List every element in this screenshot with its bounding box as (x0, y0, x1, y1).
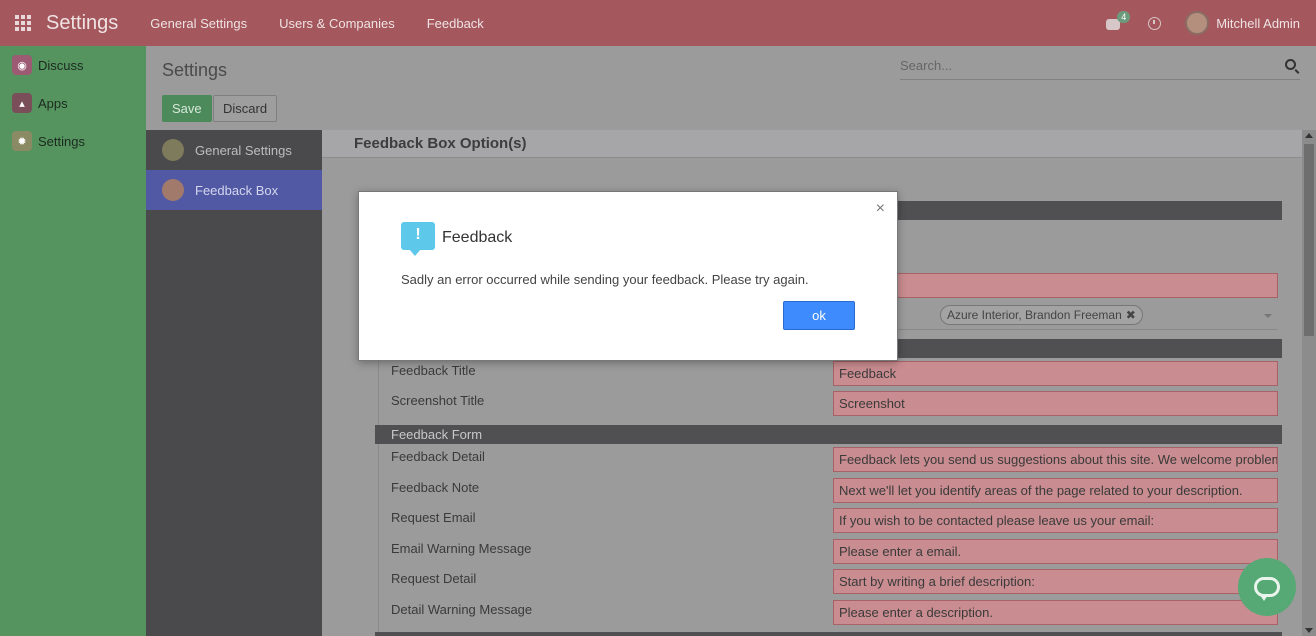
settings-nav-general[interactable]: General Settings (146, 130, 322, 170)
request-detail-field[interactable]: Start by writing a brief description: (833, 569, 1278, 594)
settings-nav-label: Feedback Box (195, 182, 279, 198)
chat-icon (1254, 577, 1280, 601)
avatar[interactable] (1185, 11, 1210, 35)
tag-chip: Azure Interior, Brandon Freeman ✖ (940, 305, 1143, 325)
tags-field[interactable]: erior✖ Azure Interior, Brandon Freeman✖ (829, 302, 1278, 330)
feedback-form-band: Feedback Form (375, 425, 1282, 444)
dialog-message: Sadly an error occurred while sending yo… (401, 272, 809, 287)
messages-badge: 4 (1117, 11, 1131, 23)
sidebar-item-settings[interactable]: ✹ Settings (0, 122, 146, 160)
chat-launcher-button[interactable] (1238, 558, 1296, 616)
app-menu-button[interactable] (0, 0, 46, 46)
discuss-icon: ◉ (12, 55, 32, 75)
grid-icon (15, 15, 31, 31)
dialog-title: Feedback (442, 229, 513, 246)
menu-general-settings[interactable]: General Settings (150, 16, 247, 31)
settings-nav: General Settings Feedback Box (146, 130, 322, 636)
screenshot-title-field[interactable]: Screenshot (833, 391, 1278, 416)
field-label: Feedback Title (391, 363, 476, 378)
scroll-down-icon[interactable] (1305, 628, 1313, 633)
scroll-up-icon[interactable] (1305, 133, 1313, 138)
feedback-box-icon (162, 179, 184, 201)
menu-feedback[interactable]: Feedback (427, 16, 484, 31)
chevron-down-icon[interactable] (1264, 314, 1272, 318)
field-label: Request Detail (391, 571, 477, 586)
ok-button[interactable]: ok (783, 301, 855, 330)
feedback-icon: ! (401, 222, 435, 256)
sidebar-item-label: Apps (38, 95, 68, 111)
sidebar-item-label: Settings (38, 133, 85, 149)
feedback-title-field[interactable]: Feedback (833, 361, 1278, 386)
sidebar-item-discuss[interactable]: ◉ Discuss (0, 46, 146, 84)
settings-icon: ✹ (12, 131, 32, 151)
search-icon[interactable] (1285, 59, 1296, 70)
sidebar-item-apps[interactable]: ▴ Apps (0, 84, 146, 122)
scrollbar[interactable] (1302, 130, 1316, 636)
request-email-field[interactable]: If you wish to be contacted please leave… (833, 508, 1278, 533)
search-input[interactable] (900, 54, 1280, 77)
settings-nav-label: General Settings (195, 142, 292, 158)
tag-label: Azure Interior, Brandon Freeman (947, 308, 1122, 322)
sidebar-item-label: Discuss (38, 57, 84, 73)
scroll-thumb[interactable] (1304, 144, 1314, 336)
field-label: Feedback Detail (391, 449, 485, 464)
messages-icon[interactable]: 4 (1106, 11, 1131, 30)
feedback-note-field[interactable]: Next we'll let you identify areas of the… (833, 478, 1278, 503)
tag-remove-icon[interactable]: ✖ (1126, 308, 1136, 322)
close-icon[interactable]: × (876, 200, 885, 218)
section-header: Feedback Box Option(s) (322, 130, 1302, 158)
field-label: Detail Warning Message (391, 602, 533, 617)
page-title: Settings (162, 60, 228, 80)
field-label: Feedback Note (391, 480, 480, 495)
apps-icon: ▴ (12, 93, 32, 113)
menu-users-companies[interactable]: Users & Companies (279, 16, 395, 31)
app-brand[interactable]: Settings (46, 12, 118, 35)
email-warning-field[interactable]: Please enter a email. (833, 539, 1278, 564)
feedback-detail-field[interactable]: Feedback lets you send us suggestions ab… (833, 447, 1278, 472)
save-button[interactable]: Save (162, 95, 212, 122)
field-label: Screenshot Title (391, 393, 485, 408)
gear-icon (162, 139, 184, 161)
section-band (375, 632, 1282, 636)
field-label: Request Email (391, 510, 476, 525)
search-box (900, 54, 1300, 80)
discard-button[interactable]: Discard (213, 95, 278, 122)
field-label: Email Warning Message (391, 541, 532, 556)
activity-clock-icon[interactable] (1148, 16, 1162, 30)
app-sidebar: ◉ Discuss ▴ Apps ✹ Settings (0, 46, 146, 636)
settings-nav-feedback-box[interactable]: Feedback Box (146, 170, 322, 210)
hidden-field[interactable] (833, 273, 1278, 298)
detail-warning-field[interactable]: Please enter a description. (833, 600, 1278, 625)
divider (378, 444, 379, 636)
feedback-error-dialog: × ! Feedback Sadly an error occurred whi… (358, 191, 898, 361)
top-navbar: Settings General Settings Users & Compan… (0, 0, 1316, 46)
user-menu[interactable]: Mitchell Admin (1216, 16, 1300, 31)
